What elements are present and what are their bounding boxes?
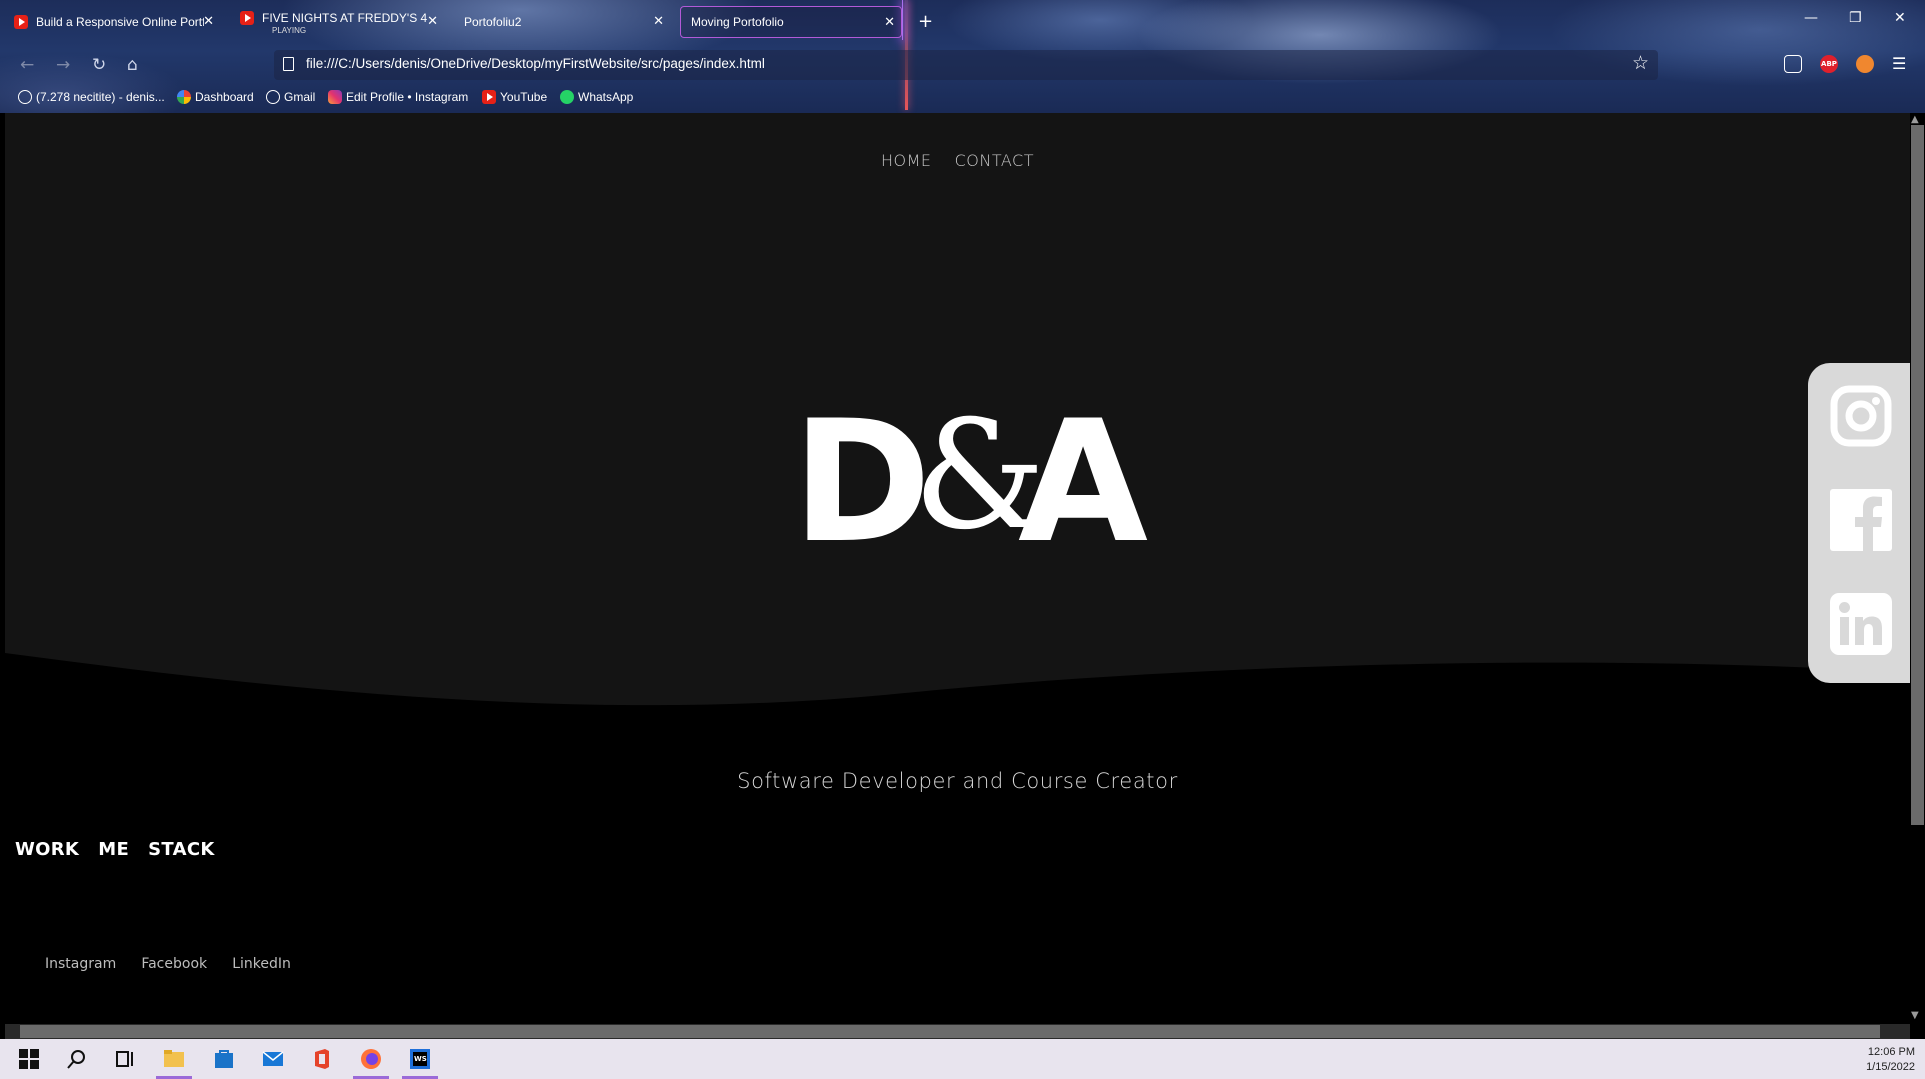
window-close-icon[interactable]: ✕ [1894, 10, 1906, 26]
minimize-icon[interactable]: — [1804, 10, 1818, 26]
firefox-icon[interactable] [360, 1048, 382, 1070]
nav-home-link[interactable]: HOME [881, 151, 932, 170]
new-tab-icon[interactable]: + [918, 11, 933, 32]
adblock-icon[interactable]: ABP [1820, 55, 1838, 73]
tab-playing-label: PLAYING [272, 26, 307, 35]
section-link-me[interactable]: ME [98, 839, 129, 860]
section-link-stack[interactable]: STACK [148, 839, 214, 860]
bookmark-star-icon[interactable]: ☆ [1632, 52, 1649, 74]
scroll-down-arrow-icon[interactable]: ▼ [1911, 1010, 1919, 1021]
clock-time: 12:06 PM [1867, 1046, 1915, 1058]
reload-icon[interactable]: ↻ [92, 55, 106, 75]
whatsapp-icon [560, 90, 574, 104]
section-link-work[interactable]: WORK [15, 839, 79, 860]
bookmark-label: Dashboard [195, 90, 254, 104]
page-icon [283, 57, 294, 71]
windows-taskbar: WS 12:06 PM 1/15/2022 [0, 1039, 1925, 1079]
tagline: Software Developer and Course Creator [737, 769, 1178, 793]
browser-chrome: Build a Responsive Online Portf ✕ FIVE N… [0, 0, 1925, 113]
clock-date: 1/15/2022 [1866, 1061, 1915, 1073]
page-viewport: HOME CONTACT D & A Software Developer an… [5, 113, 1910, 1024]
bookmark-item[interactable]: Edit Profile • Instagram [328, 90, 468, 104]
logo-letter-a: A [1018, 384, 1149, 580]
bookmark-item[interactable]: Gmail [266, 90, 315, 104]
bookmark-label: WhatsApp [578, 90, 634, 104]
tab-title: Portofoliu2 [464, 15, 522, 29]
tab-portfolio-video[interactable]: Build a Responsive Online Portf ✕ [14, 6, 220, 38]
metamask-icon[interactable] [1856, 55, 1874, 73]
site-logo: D & A [5, 397, 1910, 566]
bookmark-item[interactable]: (7.278 necitite) - denis... [18, 90, 165, 104]
close-icon[interactable]: ✕ [884, 14, 895, 30]
horizontal-scroll-thumb[interactable] [20, 1025, 1880, 1038]
linkedin-icon[interactable] [1830, 593, 1892, 655]
home-icon[interactable]: ⌂ [127, 55, 138, 75]
webstorm-icon[interactable]: WS [409, 1048, 431, 1070]
task-view-icon[interactable] [114, 1048, 136, 1070]
nav-contact-link[interactable]: CONTACT [955, 151, 1034, 170]
forward-icon[interactable]: → [56, 55, 70, 75]
menu-icon[interactable]: ☰ [1892, 54, 1906, 73]
top-nav: HOME CONTACT [5, 151, 1910, 170]
back-icon[interactable]: ← [20, 55, 34, 75]
tab-title: Build a Responsive Online Portf [36, 15, 204, 29]
tab-title: FIVE NIGHTS AT FREDDY'S 4 SO [262, 11, 428, 25]
mail-icon[interactable] [262, 1048, 284, 1070]
tab-portofoliu2[interactable]: Portofoliu2 ✕ [464, 6, 670, 38]
system-clock[interactable]: 12:06 PM 1/15/2022 [1866, 1045, 1915, 1075]
instagram-icon[interactable] [1830, 385, 1892, 447]
close-icon[interactable]: ✕ [653, 13, 664, 29]
microsoft-store-icon[interactable] [213, 1048, 235, 1070]
bookmark-item[interactable]: WhatsApp [560, 90, 633, 104]
bookmark-item[interactable]: Dashboard [177, 90, 254, 104]
tab-title: Moving Portofolio [691, 15, 784, 29]
svg-text:WS: WS [414, 1055, 427, 1063]
facebook-icon[interactable] [1830, 489, 1892, 551]
close-icon[interactable]: ✕ [203, 13, 214, 29]
file-explorer-icon[interactable] [163, 1048, 185, 1070]
tab-moving-portofolio[interactable]: Moving Portofolio ✕ [680, 6, 902, 38]
footer-link-linkedin[interactable]: LinkedIn [232, 956, 291, 972]
youtube-icon [482, 90, 496, 104]
bookmark-label: Edit Profile • Instagram [346, 90, 469, 104]
google-icon [177, 90, 191, 104]
tab-fnaf-song[interactable]: FIVE NIGHTS AT FREDDY'S 4 SO PLAYING ✕ [240, 6, 444, 38]
globe-icon [266, 90, 280, 104]
scroll-up-arrow-icon[interactable]: ▲ [1911, 114, 1919, 125]
footer-social-links: Instagram Facebook LinkedIn [45, 953, 311, 972]
pocket-icon[interactable] [1784, 55, 1802, 73]
close-icon[interactable]: ✕ [427, 13, 438, 29]
logo-letter-d: D [792, 384, 932, 580]
office-icon[interactable] [311, 1048, 333, 1070]
search-icon[interactable] [66, 1048, 88, 1070]
bookmark-item[interactable]: YouTube [482, 90, 547, 104]
globe-icon [18, 90, 32, 104]
url-text[interactable]: file:///C:/Users/denis/OneDrive/Desktop/… [306, 56, 765, 71]
youtube-icon [14, 15, 28, 29]
hero-section: HOME CONTACT D & A [5, 113, 1910, 713]
tab-strip: Build a Responsive Online Portf ✕ FIVE N… [0, 0, 1925, 44]
windows-start-icon[interactable] [18, 1048, 40, 1070]
social-sidebar [1808, 363, 1910, 683]
bookmark-label: Gmail [284, 90, 316, 104]
bookmark-label: YouTube [500, 90, 548, 104]
bookmark-label: (7.278 necitite) - denis... [36, 90, 165, 104]
hero-wave-divider [5, 653, 1910, 733]
bookmarks-bar: (7.278 necitite) - denis... Dashboard Gm… [0, 87, 1925, 109]
section-nav: WORK ME STACK [15, 839, 229, 860]
restore-icon[interactable]: ❐ [1849, 10, 1862, 26]
instagram-icon [328, 90, 342, 104]
youtube-icon [240, 11, 254, 25]
footer-link-facebook[interactable]: Facebook [141, 956, 207, 972]
vertical-scroll-thumb[interactable] [1911, 125, 1924, 825]
footer-link-instagram[interactable]: Instagram [45, 956, 116, 972]
